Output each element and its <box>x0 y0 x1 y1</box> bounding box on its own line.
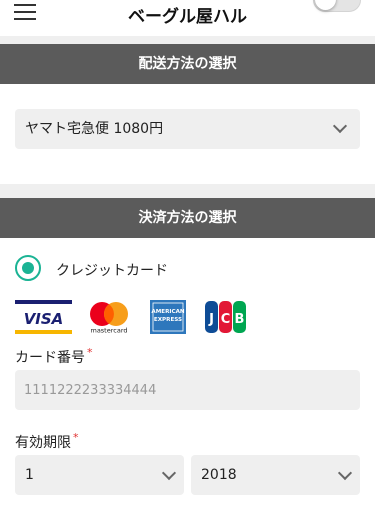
mastercard-logo-text: mastercard <box>90 327 127 335</box>
toggle-knob <box>315 0 336 10</box>
chevron-down-icon <box>337 465 353 481</box>
visa-logo: VISA <box>15 300 72 334</box>
svg-text:EXPRESS: EXPRESS <box>154 317 182 323</box>
expiry-label-text: 有効期限 <box>15 435 71 451</box>
shipping-method-value: ヤマト宅急便 1080円 <box>25 121 164 137</box>
chevron-down-icon <box>332 118 348 134</box>
required-mark: * <box>73 431 79 444</box>
svg-text:J: J <box>208 312 214 327</box>
jcb-logo: J C B <box>205 301 246 333</box>
radio-selected-dot <box>22 262 34 274</box>
shipping-section-body: ヤマト宅急便 1080円 <box>0 84 375 184</box>
mastercard-logo: mastercard <box>90 302 128 335</box>
credit-card-label: クレジットカード <box>56 263 168 279</box>
expiry-month-value: 1 <box>25 467 34 483</box>
svg-text:C: C <box>221 312 231 327</box>
expiry-year-select[interactable]: 2018 <box>191 455 360 495</box>
expiry-label: 有効期限 * <box>15 431 79 452</box>
amex-logo: AMERICAN EXPRESS <box>150 300 186 334</box>
shipping-method-select[interactable]: ヤマト宅急便 1080円 <box>15 109 360 149</box>
toggle-switch[interactable] <box>313 0 361 12</box>
payment-section-header: 決済方法の選択 <box>0 198 375 238</box>
top-bar: ベーグル屋ハル <box>0 0 375 36</box>
svg-text:B: B <box>235 312 245 327</box>
expiry-month-select[interactable]: 1 <box>15 455 184 495</box>
chevron-down-icon <box>161 465 177 481</box>
shipping-section-header: 配送方法の選択 <box>0 44 375 84</box>
credit-card-radio[interactable] <box>15 255 41 281</box>
svg-text:AMERICAN: AMERICAN <box>151 309 185 315</box>
card-number-input[interactable] <box>15 370 360 410</box>
required-mark: * <box>87 346 93 359</box>
card-number-label: カード番号 * <box>15 346 93 367</box>
visa-logo-text: VISA <box>24 310 64 328</box>
card-number-label-text: カード番号 <box>15 350 85 366</box>
expiry-year-value: 2018 <box>201 467 237 483</box>
